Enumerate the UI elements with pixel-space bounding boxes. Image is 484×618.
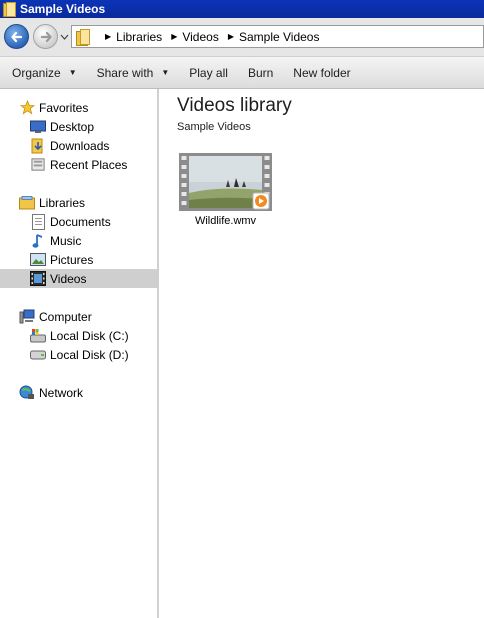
play-all-button[interactable]: Play all xyxy=(189,66,228,80)
recent-places-icon xyxy=(30,157,46,173)
nav-favorites[interactable]: Favorites xyxy=(0,98,176,117)
video-file-icon[interactable] xyxy=(179,153,272,211)
folder-icon xyxy=(76,28,90,46)
library-title: Videos library xyxy=(177,95,292,116)
star-icon xyxy=(19,100,35,116)
recent-pages-dropdown[interactable] xyxy=(60,32,69,41)
forward-button[interactable] xyxy=(33,24,58,49)
title-bar[interactable]: Sample Videos xyxy=(0,0,484,18)
burn-button[interactable]: Burn xyxy=(248,66,273,80)
hard-drive-icon xyxy=(30,347,46,363)
breadcrumb-sample-videos[interactable]: ▶ Sample Videos xyxy=(219,30,320,44)
pictures-icon xyxy=(30,252,46,268)
nav-network[interactable]: Network xyxy=(0,383,176,402)
chevron-down-icon: ▼ xyxy=(161,68,170,77)
computer-icon xyxy=(19,309,35,325)
navigation-pane: Favorites Desktop Downloads Recent Place… xyxy=(0,89,187,618)
back-button[interactable] xyxy=(4,24,29,49)
documents-icon xyxy=(30,213,46,230)
chevron-down-icon: ▼ xyxy=(68,68,77,77)
library-arrangement-subtitle: Sample Videos xyxy=(177,121,251,133)
file-view: Videos library Sample Videos Wildlife.wm… xyxy=(159,89,484,618)
music-note-icon xyxy=(30,233,46,249)
desktop-icon xyxy=(30,119,46,135)
video-icon xyxy=(30,271,46,287)
file-name-label[interactable]: Wildlife.wmv xyxy=(177,215,274,227)
window-title: Sample Videos xyxy=(20,2,106,16)
command-bar: Organize ▼ Share with ▼ Play all Burn Ne… xyxy=(0,57,484,89)
network-icon xyxy=(19,385,35,401)
libraries-icon xyxy=(19,195,35,211)
address-bar-area: ▶ Libraries ▶ Videos ▶ Sample Videos xyxy=(0,18,484,57)
breadcrumb-videos[interactable]: ▶ Videos xyxy=(162,30,219,44)
arrow-left-icon xyxy=(10,31,22,42)
nav-libraries[interactable]: Libraries xyxy=(0,193,176,212)
breadcrumb-libraries[interactable]: ▶ Libraries xyxy=(96,30,162,44)
new-folder-button[interactable]: New folder xyxy=(293,66,350,80)
chevron-down-icon xyxy=(60,34,69,40)
arrow-right-icon xyxy=(40,31,52,42)
organize-button[interactable]: Organize ▼ xyxy=(12,66,77,80)
system-drive-icon xyxy=(30,328,46,344)
share-with-button[interactable]: Share with ▼ xyxy=(97,66,170,80)
folder-icon xyxy=(3,2,16,17)
nav-computer[interactable]: Computer xyxy=(0,307,176,326)
downloads-folder-icon xyxy=(30,138,46,154)
address-box[interactable]: ▶ Libraries ▶ Videos ▶ Sample Videos xyxy=(71,25,484,48)
